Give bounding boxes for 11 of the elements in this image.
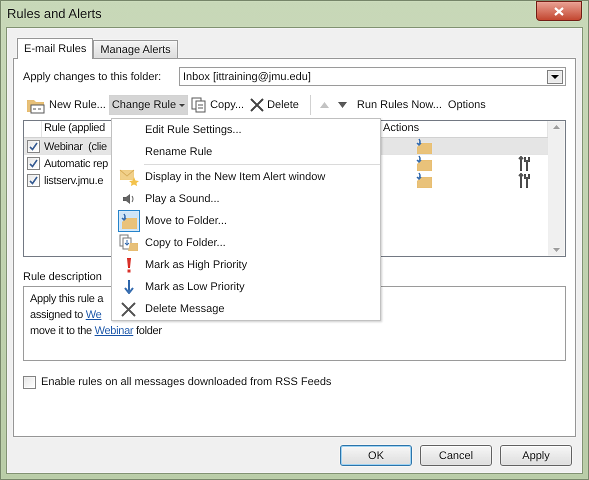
description-text: Apply this rule a xyxy=(30,292,104,307)
folder-label: Apply changes to this folder: xyxy=(23,70,162,84)
rule-description-label: Rule description xyxy=(23,270,102,284)
rule-name: listserv.jmu.e xyxy=(44,174,104,186)
description-text: move it to the xyxy=(30,324,93,339)
description-text: folder xyxy=(135,324,162,339)
description-text: assigned to xyxy=(30,308,84,323)
rule-name: Webinar (clie xyxy=(44,140,107,152)
rule-name: Automatic rep xyxy=(44,158,108,170)
rss-checkbox-label: Enable rules on all messages downloaded from RSS Feeds xyxy=(41,375,332,389)
window-title: Rules and Alerts xyxy=(7,7,102,21)
